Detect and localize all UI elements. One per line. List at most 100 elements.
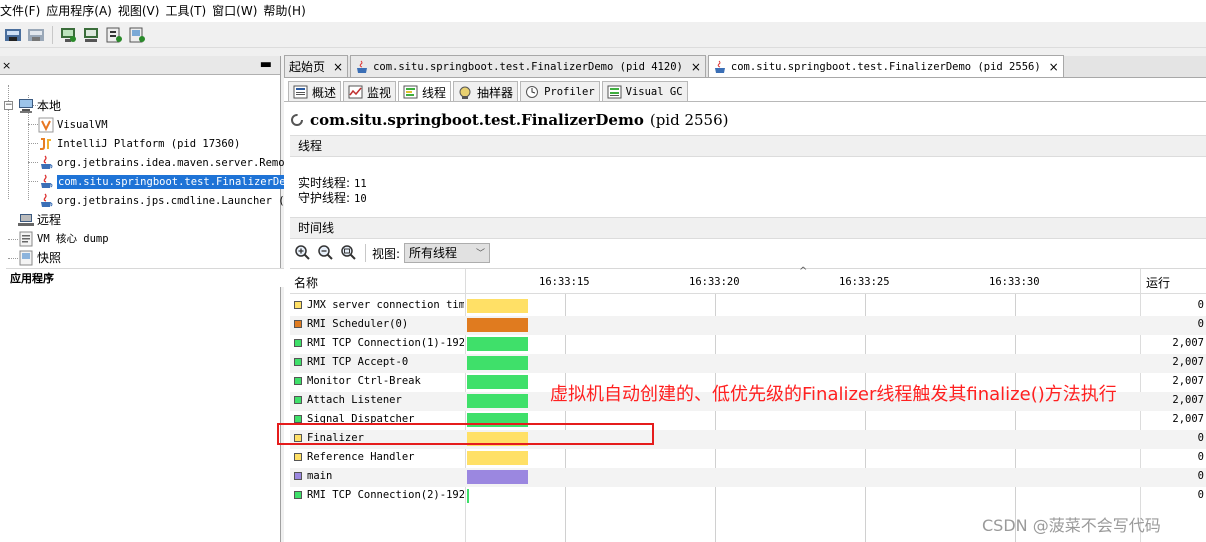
thread-run-time: 0	[1197, 470, 1204, 482]
thread-state-icon	[294, 415, 302, 423]
threads-section-header: 线程	[290, 135, 1206, 157]
thread-run-time: 0	[1197, 318, 1204, 330]
java-cup-icon	[38, 174, 54, 190]
thread-run-time: 2,007	[1172, 413, 1204, 425]
tab-finalizer-demo-4120[interactable]: com.situ.springboot.test.FinalizerDemo (…	[350, 55, 706, 77]
annotation-text: 虚拟机自动创建的、低优先级的Finalizer线程触发其finalize()方法…	[550, 384, 1117, 405]
tab-visual-gc[interactable]: Visual GC	[601, 81, 688, 102]
table-row[interactable]: RMI TCP Accept-0 2,007	[290, 354, 1206, 373]
tree-node-snapshots[interactable]: 快照	[18, 248, 61, 267]
menu-file[interactable]: 文件(F)	[0, 0, 44, 22]
chevron-down-icon: ﹀	[476, 249, 486, 259]
remote-host-icon	[18, 212, 34, 228]
save-icon[interactable]	[27, 26, 45, 44]
sort-caret-icon: ^	[799, 266, 808, 277]
document-tabs: 起始页 × com.situ.springboot.test.Finalizer…	[284, 55, 1206, 78]
thread-timeline-bar	[467, 470, 528, 484]
time-tick: 16:33:30	[989, 276, 1040, 288]
view-select[interactable]: 所有线程 ﹀	[404, 243, 491, 263]
table-row[interactable]: JMX server connection timeo 0	[290, 297, 1206, 316]
menu-help[interactable]: 帮助(H)	[261, 0, 309, 22]
zoom-fit-icon[interactable]	[340, 244, 358, 262]
menu-view[interactable]: 视图(V)	[116, 0, 164, 22]
thread-run-time: 0	[1197, 299, 1204, 311]
tree-guide	[28, 143, 38, 144]
time-tick: 16:33:20	[689, 276, 740, 288]
thread-state-icon	[294, 301, 302, 309]
add-jmx-connection-icon[interactable]	[59, 26, 77, 44]
timeline-toolbar: 视图: 所有线程 ﹀	[294, 242, 491, 264]
tree-node-visualvm[interactable]: VisualVM	[38, 115, 108, 134]
thread-run-time: 2,007	[1172, 356, 1204, 368]
thread-name: Reference Handler	[307, 451, 415, 463]
timeline-header: 名称 16:33:15 16:33:20 16:33:25 16:33:30 ^…	[290, 266, 1206, 294]
thread-timeline-bar	[467, 451, 528, 465]
zoom-in-icon[interactable]	[294, 244, 312, 262]
thread-timeline-bar	[467, 375, 528, 389]
close-icon[interactable]: ×	[2, 59, 11, 72]
close-icon[interactable]: ×	[333, 60, 343, 74]
tab-start-page[interactable]: 起始页 ×	[284, 55, 349, 77]
process-pid: (pid 2556)	[649, 111, 729, 129]
tree-node-jps-launcher[interactable]: org.jetbrains.jps.cmdline.Launcher (p	[38, 191, 291, 210]
tab-monitor[interactable]: 监视	[343, 81, 397, 102]
tab-profiler[interactable]: Profiler	[520, 81, 600, 102]
java-cup-icon	[713, 60, 727, 74]
thread-state-icon	[294, 491, 302, 499]
tree-node-maven-server[interactable]: org.jetbrains.idea.maven.server.Remot	[38, 153, 291, 172]
table-row[interactable]: RMI Scheduler(0) 0	[290, 316, 1206, 335]
add-remote-host-icon[interactable]	[82, 26, 100, 44]
table-row[interactable]: RMI TCP Connection(1)-192.1 2,007	[290, 335, 1206, 354]
column-name-header[interactable]: 名称	[294, 274, 318, 291]
tab-finalizer-demo-2556[interactable]: com.situ.springboot.test.FinalizerDemo (…	[707, 55, 1064, 77]
add-snapshot-icon[interactable]	[128, 26, 146, 44]
thread-state-icon	[294, 396, 302, 404]
menu-window[interactable]: 窗口(W)	[210, 0, 261, 22]
close-icon[interactable]: ×	[691, 60, 701, 74]
visual-gc-icon	[607, 85, 622, 99]
zoom-out-icon[interactable]	[317, 244, 335, 262]
minimize-icon[interactable]: ▬	[260, 56, 272, 73]
tree-node-remote[interactable]: 远程	[18, 210, 61, 229]
tab-sampler[interactable]: 抽样器	[453, 81, 519, 102]
thread-run-time: 2,007	[1172, 337, 1204, 349]
java-cup-icon	[355, 60, 369, 74]
add-vm-coredump-icon[interactable]	[105, 26, 123, 44]
tree-node-local[interactable]: 本地	[18, 96, 61, 115]
close-icon[interactable]: ×	[1049, 60, 1059, 74]
collapse-local-toggle[interactable]: −	[4, 101, 13, 110]
sampler-icon	[458, 85, 473, 99]
table-row[interactable]: main 0	[290, 468, 1206, 487]
thread-name: RMI TCP Connection(2)-192.1	[307, 489, 464, 501]
table-row[interactable]: Reference Handler 0	[290, 449, 1206, 468]
snapshot-icon	[18, 250, 34, 266]
time-tick: 16:33:25	[839, 276, 890, 288]
tree-node-core-dump[interactable]: VM 核心 dump	[18, 229, 109, 248]
table-row[interactable]: RMI TCP Connection(2)-192.1 0	[290, 487, 1206, 506]
toolbar-separator	[52, 25, 53, 44]
column-run-header[interactable]: 运行	[1146, 274, 1170, 291]
menu-tools[interactable]: 工具(T)	[163, 0, 210, 22]
menu-application[interactable]: 应用程序(A)	[44, 0, 116, 22]
computer-icon	[18, 98, 34, 114]
thread-state-icon	[294, 472, 302, 480]
threads-icon	[403, 85, 418, 99]
visualvm-window: 文件(F) 应用程序(A) 视图(V) 工具(T) 窗口(W) 帮助(H) 应用…	[0, 0, 1206, 542]
thread-name: Attach Listener	[307, 394, 402, 406]
load-snapshot-icon[interactable]	[4, 26, 22, 44]
page-title: com.situ.springboot.test.FinalizerDemo (…	[290, 111, 729, 129]
thread-name: RMI Scheduler(0)	[307, 318, 409, 330]
tree-node-intellij[interactable]: IntelliJ Platform (pid 17360)	[38, 134, 240, 153]
thread-timeline-bar	[467, 299, 528, 313]
intellij-icon	[38, 136, 54, 152]
watermark: CSDN @菠菜不会写代码	[982, 516, 1161, 535]
tree-guide	[28, 162, 38, 163]
applications-tab-header: 应用程序 × ▬	[0, 56, 922, 287]
tab-threads[interactable]: 线程	[398, 81, 452, 102]
tree-guide	[8, 258, 18, 259]
tree-node-finalizer-demo[interactable]: com.situ.springboot.test.FinalizerDem	[38, 172, 293, 191]
tab-overview[interactable]: 概述	[288, 81, 342, 102]
thread-state-icon	[294, 339, 302, 347]
thread-name: Monitor Ctrl-Break	[307, 375, 421, 387]
time-tick: 16:33:15	[539, 276, 590, 288]
